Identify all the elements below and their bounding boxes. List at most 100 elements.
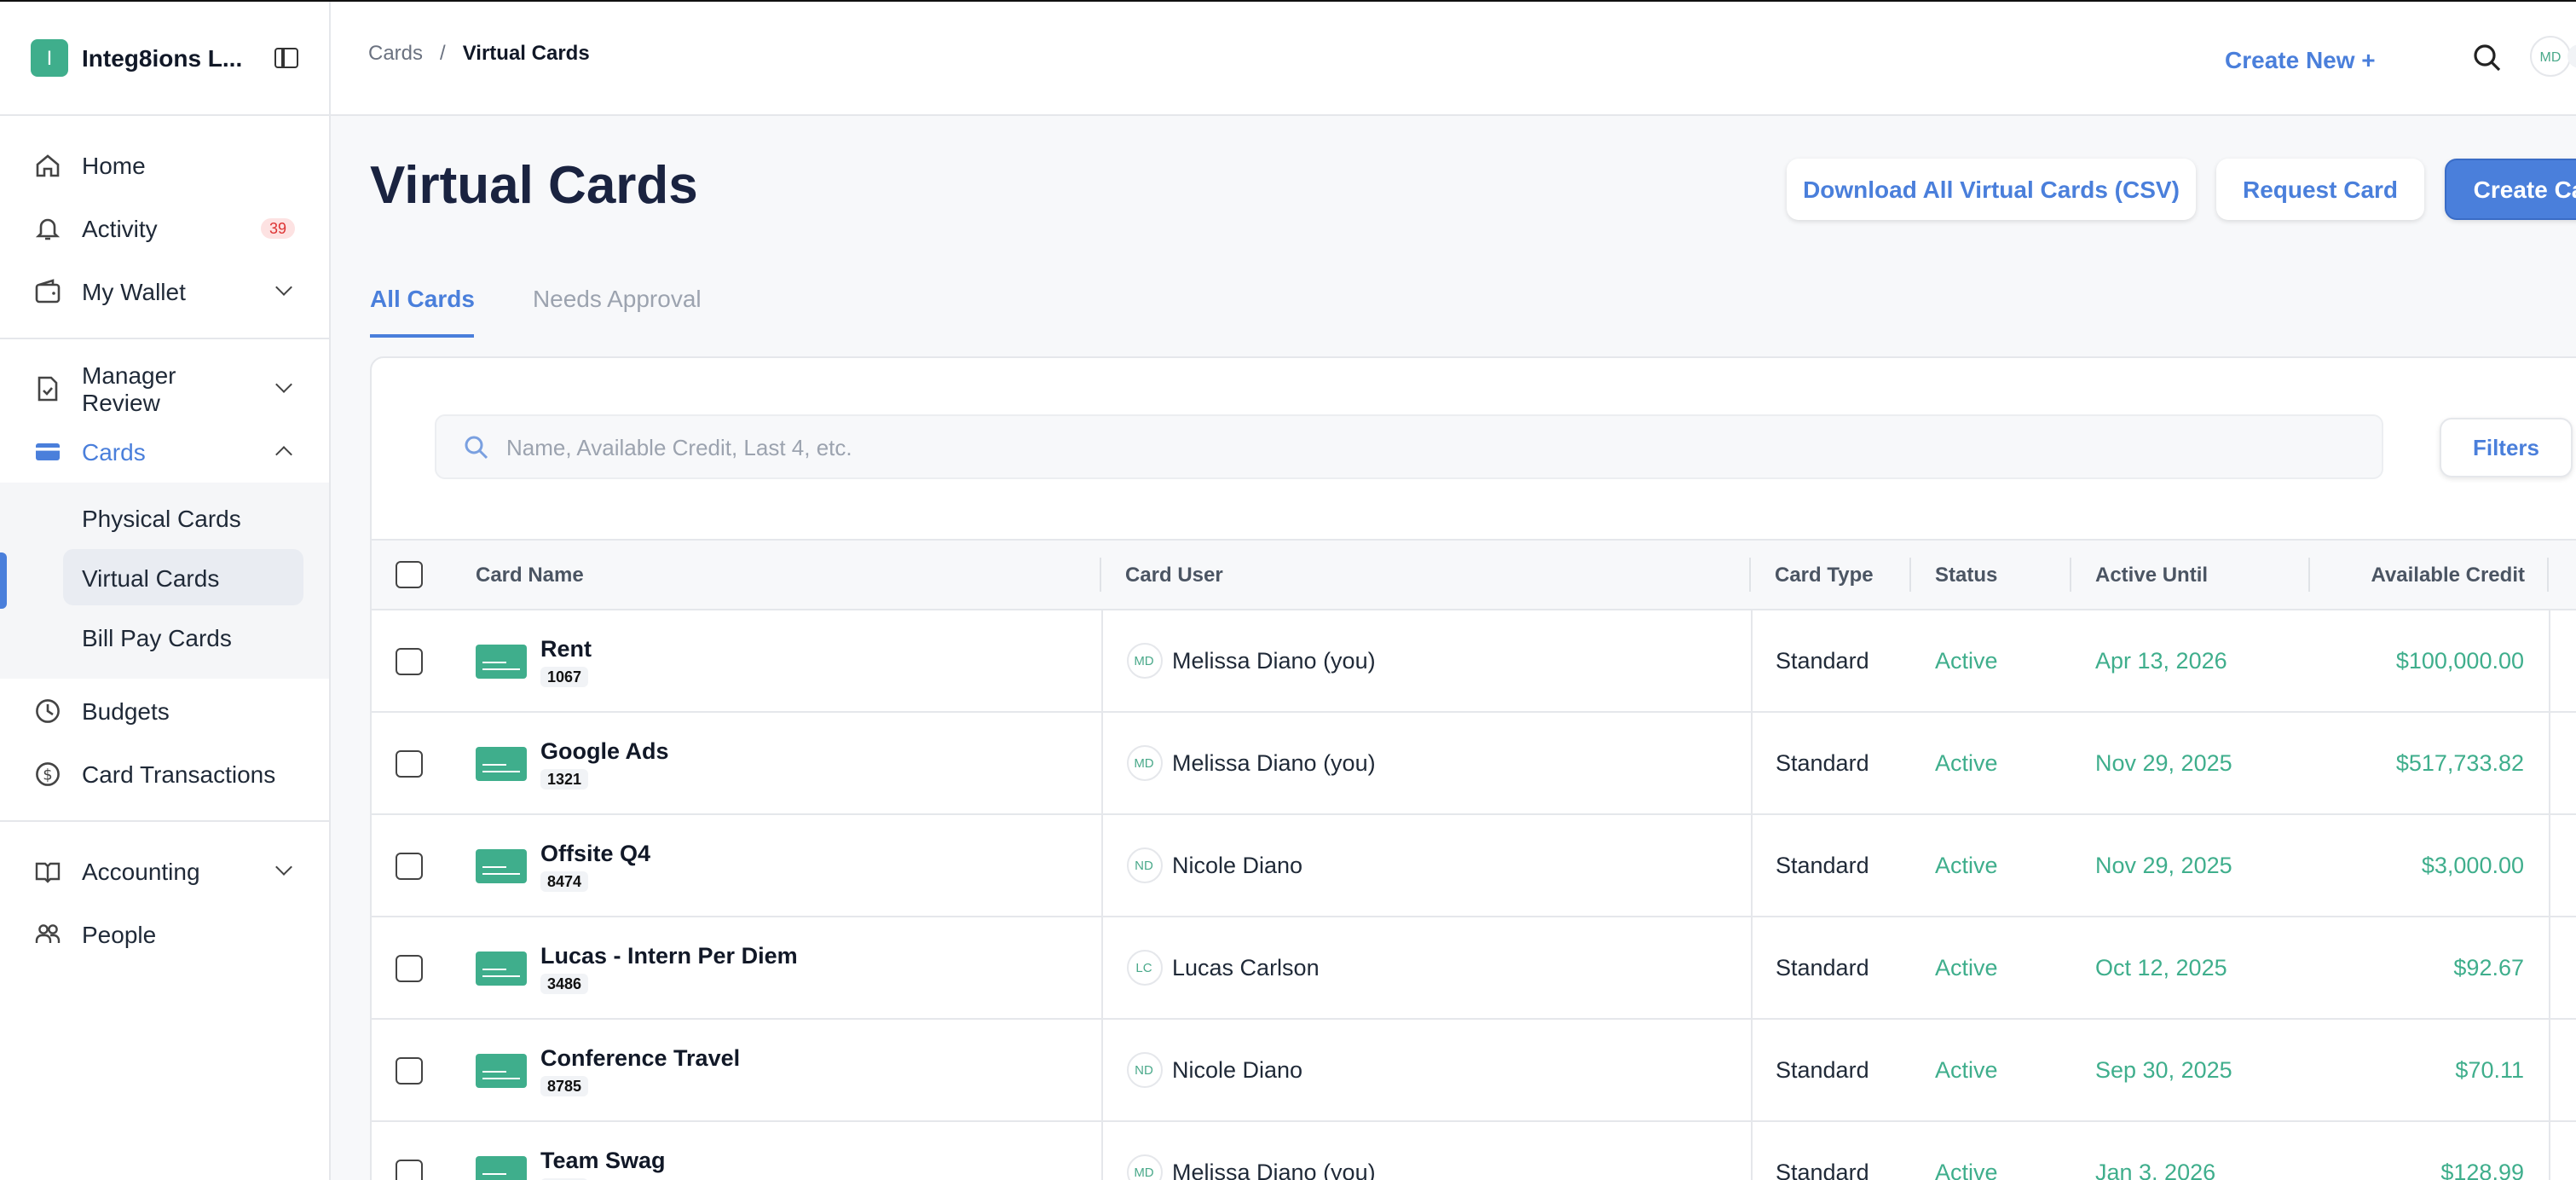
available-credit: $128.99 <box>2310 1121 2550 1180</box>
select-all-checkbox[interactable] <box>396 561 423 588</box>
download-csv-button[interactable]: Download All Virtual Cards (CSV) <box>1787 159 2196 220</box>
row-action-cell[interactable] <box>2549 1019 2576 1122</box>
status-badge: Active <box>1911 1121 2071 1180</box>
card-name[interactable]: Offsite Q4 <box>540 840 650 865</box>
sidebar-item-accounting[interactable]: Accounting <box>0 839 329 902</box>
table-row[interactable]: Conference Travel 8785 ND Nicole Diano S… <box>372 1019 2576 1122</box>
card-user: Melissa Diano (you) <box>1172 750 1376 776</box>
card-name[interactable]: Google Ads <box>540 738 669 763</box>
org-switcher[interactable]: I Integ8ions L... <box>0 2 329 116</box>
status-badge: Active <box>1911 712 2071 815</box>
card-user-cell: ND Nicole Diano <box>1101 1019 1752 1122</box>
sidebar-item-people[interactable]: People <box>0 902 329 965</box>
sidebar-item-manager-review[interactable]: Manager Review <box>0 356 329 419</box>
search-icon <box>465 435 488 459</box>
sidebar-item-label: People <box>82 920 157 947</box>
card-user-cell: ND Nicole Diano <box>1101 814 1752 917</box>
sidebar-item-activity[interactable]: Activity 39 <box>0 196 329 259</box>
tab-needs-approval[interactable]: Needs Approval <box>533 285 702 338</box>
table-row[interactable]: Team Swag 9914 MD Melissa Diano (you) St… <box>372 1121 2576 1180</box>
book-open-icon <box>34 857 61 884</box>
virtual-card-icon <box>476 951 527 985</box>
row-action-cell[interactable] <box>2549 917 2576 1020</box>
search-icon[interactable] <box>2472 43 2503 73</box>
pie-clock-icon <box>34 697 61 724</box>
select-all-cell <box>372 539 452 610</box>
breadcrumb-separator: / <box>440 41 446 65</box>
select-cell <box>372 1019 452 1122</box>
row-checkbox[interactable] <box>396 749 423 777</box>
virtual-cards-wrapper: Virtual Cards <box>0 549 329 609</box>
virtual-cards-table: Card Name Card User Card Type Status Act… <box>372 539 2576 1180</box>
sidebar-item-cards[interactable]: Cards <box>0 419 329 483</box>
document-check-icon <box>34 374 61 402</box>
card-name-cell: Rent 1067 <box>452 610 1102 713</box>
header-active-until[interactable]: Active Until <box>2071 539 2310 610</box>
row-action-cell[interactable] <box>2549 610 2576 713</box>
card-name[interactable]: Team Swag <box>540 1147 666 1172</box>
request-card-button[interactable]: Request Card <box>2216 159 2424 220</box>
card-user-cell: LC Lucas Carlson <box>1101 917 1752 1020</box>
create-card-button[interactable]: Create Card <box>2445 159 2576 220</box>
select-cell <box>372 814 452 917</box>
active-until: Apr 13, 2026 <box>2071 610 2310 713</box>
table-body: Rent 1067 MD Melissa Diano (you) Standar… <box>372 610 2576 1180</box>
active-until: Jan 3, 2026 <box>2071 1121 2310 1180</box>
home-icon <box>34 151 61 178</box>
tab-all-cards[interactable]: All Cards <box>370 285 475 338</box>
row-action-cell[interactable] <box>2549 712 2576 815</box>
sidebar-item-virtual-cards[interactable]: Virtual Cards <box>63 549 303 605</box>
active-until: Sep 30, 2025 <box>2071 1019 2310 1122</box>
create-new-button[interactable]: Create New + <box>2225 46 2376 73</box>
card-name[interactable]: Rent <box>540 635 592 661</box>
card-name-cell: Team Swag 9914 <box>452 1121 1102 1180</box>
card-name[interactable]: Conference Travel <box>540 1044 740 1070</box>
chevron-down-icon <box>275 859 292 876</box>
filters-button[interactable]: Filters <box>2440 418 2573 477</box>
collapse-sidebar-icon[interactable] <box>274 48 298 68</box>
table-row[interactable]: Rent 1067 MD Melissa Diano (you) Standar… <box>372 610 2576 713</box>
card-name[interactable]: Lucas - Intern Per Diem <box>540 942 798 968</box>
search-input[interactable] <box>506 434 2382 460</box>
bell-icon <box>34 214 61 241</box>
row-checkbox[interactable] <box>396 852 423 879</box>
table-row[interactable]: Google Ads 1321 MD Melissa Diano (you) S… <box>372 712 2576 815</box>
org-name[interactable]: Integ8ions L... <box>82 44 261 72</box>
card-last4: 1067 <box>540 666 589 686</box>
sidebar-item-home[interactable]: Home <box>0 133 329 196</box>
chevron-down-icon <box>275 279 292 296</box>
virtual-card-icon <box>476 746 527 780</box>
row-checkbox[interactable] <box>396 1159 423 1180</box>
avatar[interactable]: MD <box>2530 36 2571 77</box>
cards-subnav: Physical Cards Virtual Cards Bill Pay Ca… <box>0 483 329 679</box>
table-row[interactable]: Offsite Q4 8474 ND Nicole Diano Standard… <box>372 814 2576 917</box>
search-field[interactable] <box>435 414 2383 479</box>
card-user: Melissa Diano (you) <box>1172 648 1376 674</box>
sidebar-item-budgets[interactable]: Budgets <box>0 679 329 742</box>
avatar: MD <box>1126 1154 1162 1180</box>
virtual-card-icon <box>476 848 527 882</box>
header-available-credit[interactable]: Available Credit <box>2310 539 2549 610</box>
header-card-user[interactable]: Card User <box>1101 539 1751 610</box>
header-card-type[interactable]: Card Type <box>1751 539 1911 610</box>
chevron-up-icon <box>275 446 292 463</box>
header-status[interactable]: Status <box>1911 539 2071 610</box>
sidebar-item-my-wallet[interactable]: My Wallet <box>0 259 329 322</box>
sidebar: I Integ8ions L... Home Activity 39 My Wa… <box>0 2 331 1180</box>
row-checkbox[interactable] <box>396 647 423 674</box>
sidebar-item-label: Cards <box>82 437 146 465</box>
sidebar-item-bill-pay-cards[interactable]: Bill Pay Cards <box>63 609 303 665</box>
header-card-name[interactable]: Card Name <box>452 539 1101 610</box>
row-checkbox[interactable] <box>396 954 423 981</box>
sidebar-item-card-transactions[interactable]: $ Card Transactions <box>0 742 329 805</box>
row-action-cell[interactable] <box>2549 1121 2576 1180</box>
virtual-card-icon <box>476 1155 527 1180</box>
table-row[interactable]: Lucas - Intern Per Diem 3486 LC Lucas Ca… <box>372 917 2576 1020</box>
card-name-cell: Conference Travel 8785 <box>452 1019 1102 1122</box>
row-action-cell[interactable] <box>2549 814 2576 917</box>
tabs: All Cards Needs Approval <box>370 285 702 338</box>
breadcrumb-cards[interactable]: Cards <box>368 41 423 65</box>
topbar: Cards / Virtual Cards Create New + MD Ow… <box>331 2 2576 116</box>
sidebar-item-physical-cards[interactable]: Physical Cards <box>63 489 303 546</box>
row-checkbox[interactable] <box>396 1056 423 1084</box>
